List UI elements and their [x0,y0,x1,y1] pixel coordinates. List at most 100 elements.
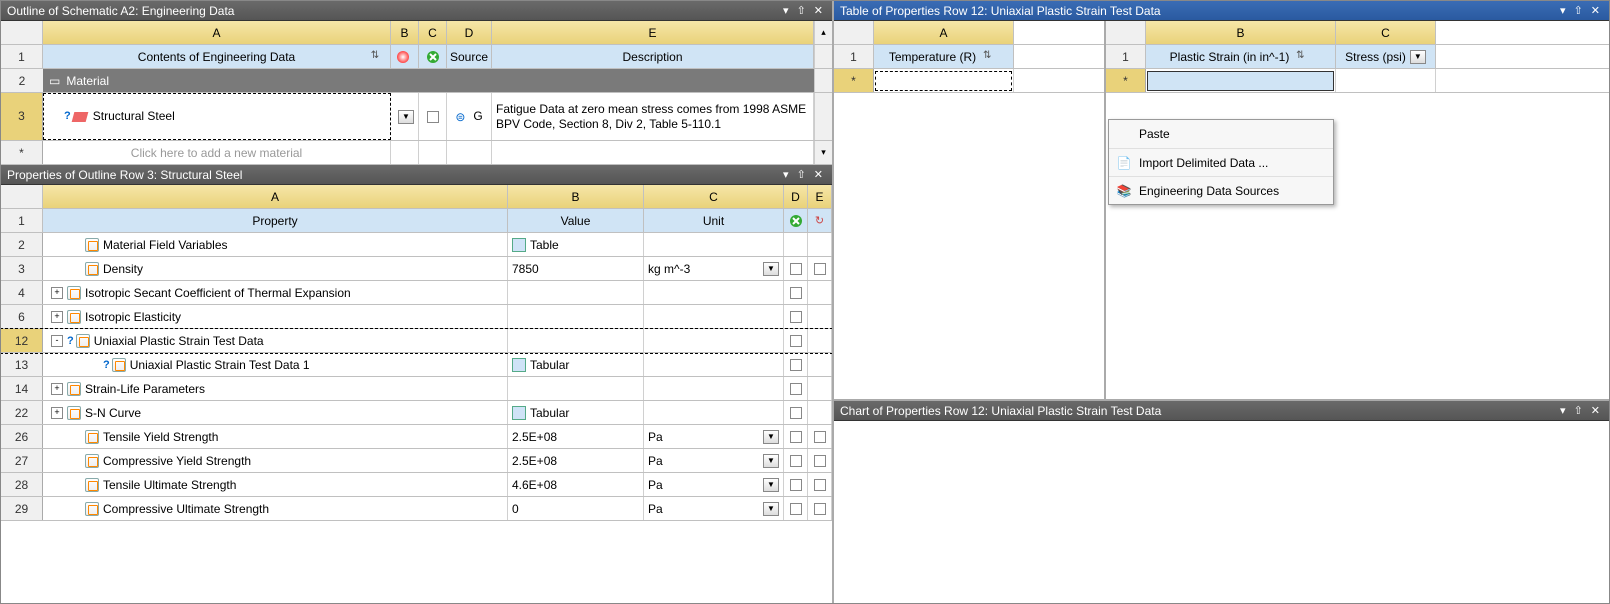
suppress-check[interactable] [784,401,808,424]
chevron-down-icon[interactable]: ▼ [763,430,779,444]
row-num-1[interactable]: 1 [1106,45,1146,68]
param-check[interactable] [808,281,832,304]
dropdown-icon[interactable]: ▾ [1557,404,1569,417]
col-header-stress[interactable]: Stress (psi) ▼ [1336,45,1436,68]
property-cell[interactable]: Density [43,257,508,280]
property-cell[interactable]: +S-N Curve [43,401,508,424]
suppress-check[interactable] [784,233,808,256]
unit-cell[interactable]: Pa▼ [644,473,784,496]
col-header-contents[interactable]: Contents of Engineering Data ⇅ [43,45,391,68]
material-suppress-check[interactable] [419,93,447,140]
expander-icon[interactable]: + [51,311,63,323]
col-letter-c[interactable]: C [419,21,447,44]
row-num[interactable]: 6 [1,305,43,328]
col-letter-c[interactable]: C [1336,21,1436,44]
col-header-plastic-strain[interactable]: Plastic Strain (in in^-1) ⇅ [1146,45,1336,68]
col-letter-b[interactable]: B [508,185,644,208]
col-header-d[interactable] [784,209,808,232]
param-check[interactable] [808,449,832,472]
row-num-star[interactable]: * [834,69,874,92]
row-num-star[interactable]: * [1106,69,1146,92]
col-letter-a[interactable]: A [874,21,1014,44]
property-cell[interactable]: Compressive Ultimate Strength [43,497,508,520]
material-structural-steel[interactable]: ? Structural Steel [43,93,391,140]
row-num[interactable]: 27 [1,449,43,472]
value-cell[interactable]: 0 [508,497,644,520]
value-cell[interactable]: 2.5E+08 [508,449,644,472]
row-num[interactable]: 12 [1,329,43,352]
chevron-down-icon[interactable]: ▼ [763,262,779,276]
col-header-temperature[interactable]: Temperature (R) ⇅ [874,45,1014,68]
menu-item-data-sources[interactable]: 📚 Engineering Data Sources [1109,176,1333,204]
expander-icon[interactable]: + [51,287,63,299]
unit-cell[interactable] [644,329,784,352]
dropdown-icon[interactable]: ▾ [780,4,792,17]
col-letter-b[interactable]: B [391,21,419,44]
value-cell[interactable]: Table [508,233,644,256]
value-cell[interactable]: 7850 [508,257,644,280]
close-icon[interactable]: ✕ [811,168,826,181]
col-letter-b[interactable]: B [1146,21,1336,44]
suppress-check[interactable] [784,377,808,400]
suppress-check[interactable] [784,281,808,304]
row-num[interactable]: 2 [1,233,43,256]
row-num-3[interactable]: 3 [1,93,43,140]
row-num-star[interactable]: * [1,141,43,164]
property-cell[interactable]: Material Field Variables [43,233,508,256]
param-check[interactable] [808,497,832,520]
row-num-1[interactable]: 1 [834,45,874,68]
unit-cell[interactable]: Pa▼ [644,425,784,448]
param-check[interactable] [808,305,832,328]
stress-input-cell[interactable] [1336,69,1436,92]
temperature-input-cell[interactable] [874,69,1014,92]
unit-cell[interactable]: Pa▼ [644,497,784,520]
row-num[interactable]: 28 [1,473,43,496]
menu-item-paste[interactable]: Paste [1109,120,1333,148]
dropdown-icon[interactable]: ▾ [780,168,792,181]
expander-icon[interactable]: - [51,335,63,347]
suppress-check[interactable] [784,329,808,352]
param-check[interactable] [808,233,832,256]
filter-icon[interactable]: ⇅ [1293,50,1307,64]
row-num[interactable]: 26 [1,425,43,448]
unit-cell[interactable] [644,401,784,424]
row-num[interactable]: 3 [1,257,43,280]
property-cell[interactable]: -?Uniaxial Plastic Strain Test Data [43,329,508,352]
unit-cell[interactable] [644,233,784,256]
scrollbar-down[interactable]: ▾ [814,141,832,164]
expander-icon[interactable]: + [51,407,63,419]
expander-icon[interactable]: + [51,383,63,395]
param-check[interactable] [808,377,832,400]
col-letter-e[interactable]: E [808,185,832,208]
unit-cell[interactable] [644,353,784,376]
suppress-check[interactable] [784,425,808,448]
unit-cell[interactable] [644,281,784,304]
unit-cell[interactable]: Pa▼ [644,449,784,472]
col-letter-d[interactable]: D [447,21,492,44]
pin-icon[interactable]: ⇧ [794,168,809,181]
param-check[interactable] [808,329,832,352]
property-cell[interactable]: Tensile Yield Strength [43,425,508,448]
param-check[interactable] [808,401,832,424]
col-header-b[interactable] [391,45,419,68]
row-num[interactable]: 4 [1,281,43,304]
material-source[interactable]: ⊜ G [447,93,492,140]
col-letter-c[interactable]: C [644,185,784,208]
value-cell[interactable]: 2.5E+08 [508,425,644,448]
unit-cell[interactable]: kg m^-3▼ [644,257,784,280]
row-num-2[interactable]: 2 [1,69,43,92]
unit-cell[interactable] [644,377,784,400]
col-header-property[interactable]: Property [43,209,508,232]
property-cell[interactable]: Tensile Ultimate Strength [43,473,508,496]
col-letter-a[interactable]: A [43,21,391,44]
param-check[interactable] [808,473,832,496]
scrollbar-up[interactable]: ▴ [814,21,832,44]
pin-icon[interactable]: ⇧ [1571,404,1586,417]
suppress-check[interactable] [784,449,808,472]
value-cell[interactable] [508,329,644,352]
suppress-check[interactable] [784,257,808,280]
col-letter-d[interactable]: D [784,185,808,208]
chevron-down-icon[interactable]: ▼ [1410,50,1426,64]
add-material-row[interactable]: Click here to add a new material [43,141,391,164]
value-cell[interactable]: Tabular [508,401,644,424]
